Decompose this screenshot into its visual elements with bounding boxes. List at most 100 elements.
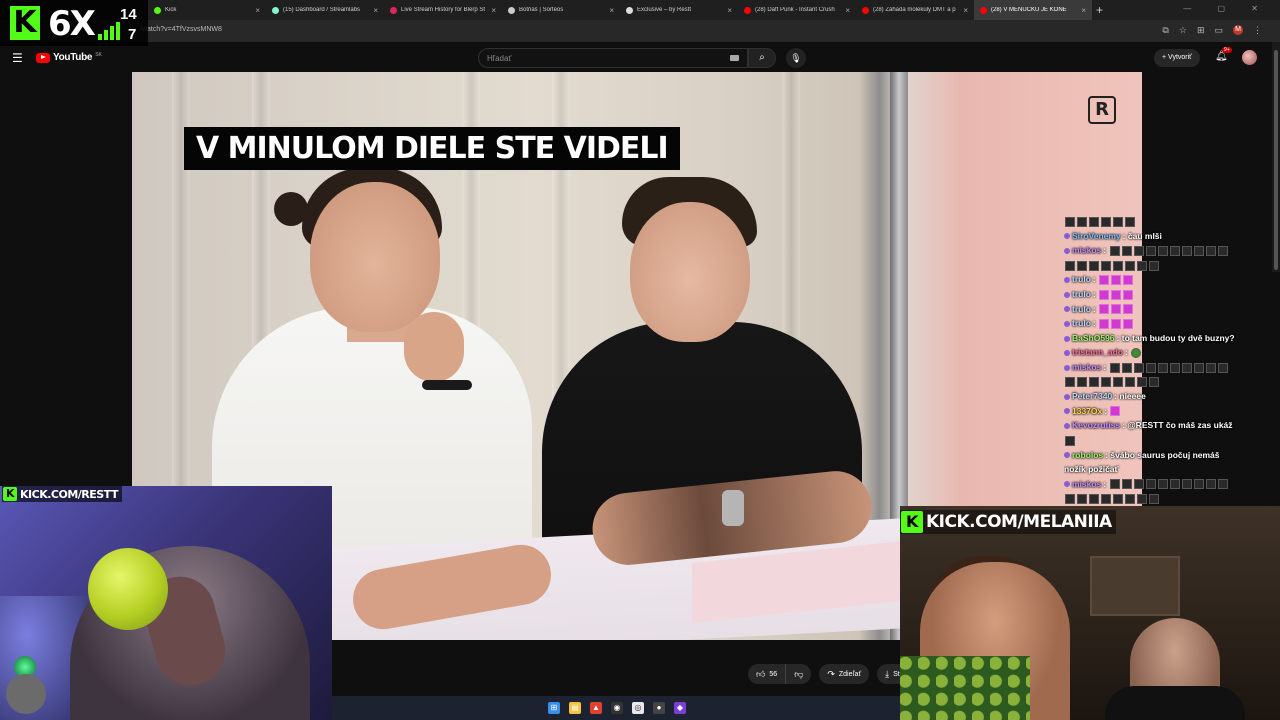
tab-close-icon[interactable]: ×: [255, 6, 260, 15]
chrome-icon[interactable]: ◎: [632, 702, 644, 714]
hamburger-menu-icon[interactable]: ☰: [12, 51, 23, 65]
chat-username[interactable]: miskos: [1072, 362, 1101, 372]
chat-username[interactable]: 1337Ox: [1072, 406, 1102, 416]
chat-emote-icon: [1217, 479, 1228, 490]
chat-badge-icon: [1064, 291, 1070, 298]
chat-message: miskos:: [1064, 360, 1278, 375]
chat-username[interactable]: trulo: [1072, 318, 1091, 328]
chat-message: [1064, 258, 1278, 273]
browser-tab[interactable]: (28) Daft Punk - Instant Crush ×: [738, 0, 856, 20]
profile-icon[interactable]: M: [1233, 25, 1243, 35]
app-icon[interactable]: ●: [653, 702, 665, 714]
browser-tab[interactable]: Live Stream History for Blerp St ×: [384, 0, 502, 20]
chat-emote-icon: [1193, 479, 1204, 490]
app-icon[interactable]: ◆: [674, 702, 686, 714]
kick-logo-icon: K: [3, 487, 17, 501]
tab-label: Live Stream History for Blerp St: [401, 7, 486, 13]
search-icon: ⌕: [759, 52, 765, 63]
chat-emote-icon: [1101, 216, 1111, 227]
chat-emote-icon: [1145, 245, 1156, 256]
create-button[interactable]: + Vytvoriť: [1154, 49, 1200, 67]
browser-tab[interactable]: Kick ×: [148, 0, 266, 20]
chat-emote-icon: [1181, 479, 1192, 490]
browser-tab[interactable]: (15) Dashboard / Streamlabs ×: [266, 0, 384, 20]
browser-tab[interactable]: (28) Záhada molekuly DMT a p ×: [856, 0, 974, 20]
url-text[interactable]: /watch?v=4TfVzsvsMNW8: [140, 26, 222, 33]
chat-username[interactable]: SiroVenemy: [1072, 231, 1121, 241]
tab-close-icon[interactable]: ×: [373, 6, 378, 15]
browser-tab[interactable]: Exclusive – by Restt ×: [620, 0, 738, 20]
chat-username[interactable]: BaShO596: [1072, 333, 1115, 343]
video-caption: V MINULOM DIELE STE VIDELI: [184, 127, 680, 170]
tab-close-icon[interactable]: ×: [609, 6, 614, 15]
like-dislike-group: 👍︎ 56 👎︎: [748, 664, 812, 684]
microphone-icon: 🎙︎: [790, 53, 802, 63]
search-input[interactable]: Hľadať: [478, 48, 748, 68]
address-bar: /watch?v=4TfVzsvsMNW8 ⧉ ☆ ⊞ ▭ M ⋮: [0, 20, 1280, 42]
tab-favicon-icon: [508, 6, 515, 14]
bookmark-star-icon[interactable]: ☆: [1179, 25, 1187, 36]
multiplier-overlay: K 6X 14 7: [0, 0, 148, 46]
menu-dots-icon[interactable]: ⋮: [1253, 25, 1262, 36]
kick-logo-icon: K: [10, 6, 40, 40]
tab-close-icon[interactable]: ×: [491, 6, 496, 15]
chat-badge-icon: [1064, 350, 1070, 357]
tab-favicon-icon: [154, 6, 161, 14]
chat-username[interactable]: Peter7340: [1072, 391, 1112, 401]
new-tab-icon[interactable]: +: [1096, 3, 1103, 17]
browser-toolbar-icons: ⧉ ☆ ⊞ ▭ M ⋮: [1162, 25, 1262, 36]
chat-separator: :: [1103, 245, 1109, 256]
chat-separator: :: [1092, 303, 1099, 314]
voice-search-button[interactable]: 🎙︎: [786, 48, 806, 68]
search-button[interactable]: ⌕: [748, 48, 776, 68]
chat-username[interactable]: miskos: [1072, 245, 1101, 255]
chat-badge-icon: [1064, 233, 1070, 240]
like-button[interactable]: 👍︎ 56: [748, 664, 786, 684]
share-icon: ↷: [827, 668, 835, 679]
chat-username[interactable]: trulo: [1072, 304, 1091, 314]
chat-emote-icon: [1109, 245, 1120, 256]
chat-username[interactable]: miskos: [1072, 479, 1101, 489]
chat-username[interactable]: trulo: [1072, 274, 1091, 284]
chat-emote-icon: [1101, 494, 1111, 505]
tab-close-icon[interactable]: ×: [727, 6, 732, 15]
chat-message: trulo:: [1064, 302, 1278, 317]
keyboard-icon[interactable]: [730, 55, 739, 61]
tab-label: (15) Dashboard / Streamlabs: [283, 7, 361, 13]
file-explorer-icon[interactable]: ▤: [569, 702, 581, 714]
chat-username[interactable]: trulo: [1072, 289, 1091, 299]
tab-label: (28) Záhada molekuly DMT a p: [873, 7, 956, 13]
obs-icon[interactable]: ◉: [611, 702, 623, 714]
tab-close-icon[interactable]: ×: [1081, 6, 1086, 15]
extension-icon[interactable]: ⊞: [1197, 25, 1205, 36]
chat-separator: :: [1103, 478, 1109, 489]
browser-tab[interactable]: Botňáš | Sorteos ×: [502, 0, 620, 20]
account-avatar[interactable]: [1242, 50, 1257, 65]
tab-close-icon[interactable]: ×: [963, 6, 968, 15]
chat-username[interactable]: Kevozrutiss: [1072, 420, 1120, 430]
chat-badge-icon: [1064, 306, 1070, 313]
dislike-button[interactable]: 👎︎: [785, 664, 812, 684]
cast-icon[interactable]: ⧉: [1162, 25, 1168, 36]
windows-start-icon[interactable]: ⊞: [548, 702, 560, 714]
chat-message: [1064, 491, 1278, 506]
tab-label: Botňáš | Sorteos: [519, 7, 564, 13]
sidebar-icon[interactable]: ▭: [1214, 25, 1223, 36]
chat-emote-icon: [1133, 362, 1144, 373]
chat-username[interactable]: robolos: [1072, 450, 1103, 460]
chat-separator: :: [1092, 288, 1099, 299]
share-button[interactable]: ↷ Zdieľať: [819, 664, 870, 684]
browser-tab[interactable]: (28) V MENUČKU JE KONE ×: [974, 0, 1092, 20]
tab-close-icon[interactable]: ×: [845, 6, 850, 15]
mascot-figure: [6, 674, 46, 714]
brave-browser-icon[interactable]: ▲: [590, 702, 602, 714]
chat-emote-icon: [1169, 362, 1180, 373]
youtube-logo[interactable]: YouTube SK: [36, 52, 102, 63]
girl-right-top: [1105, 686, 1245, 720]
chat-emote-icon: [1099, 275, 1110, 286]
tab-label: (28) Daft Punk - Instant Crush: [755, 7, 835, 13]
window-controls[interactable]: — ▢ ✕: [1183, 4, 1270, 13]
chat-emote-icon: [1099, 289, 1110, 300]
chat-username[interactable]: tristann_ado: [1072, 347, 1123, 357]
channel-watermark-logo: R: [1088, 96, 1116, 124]
